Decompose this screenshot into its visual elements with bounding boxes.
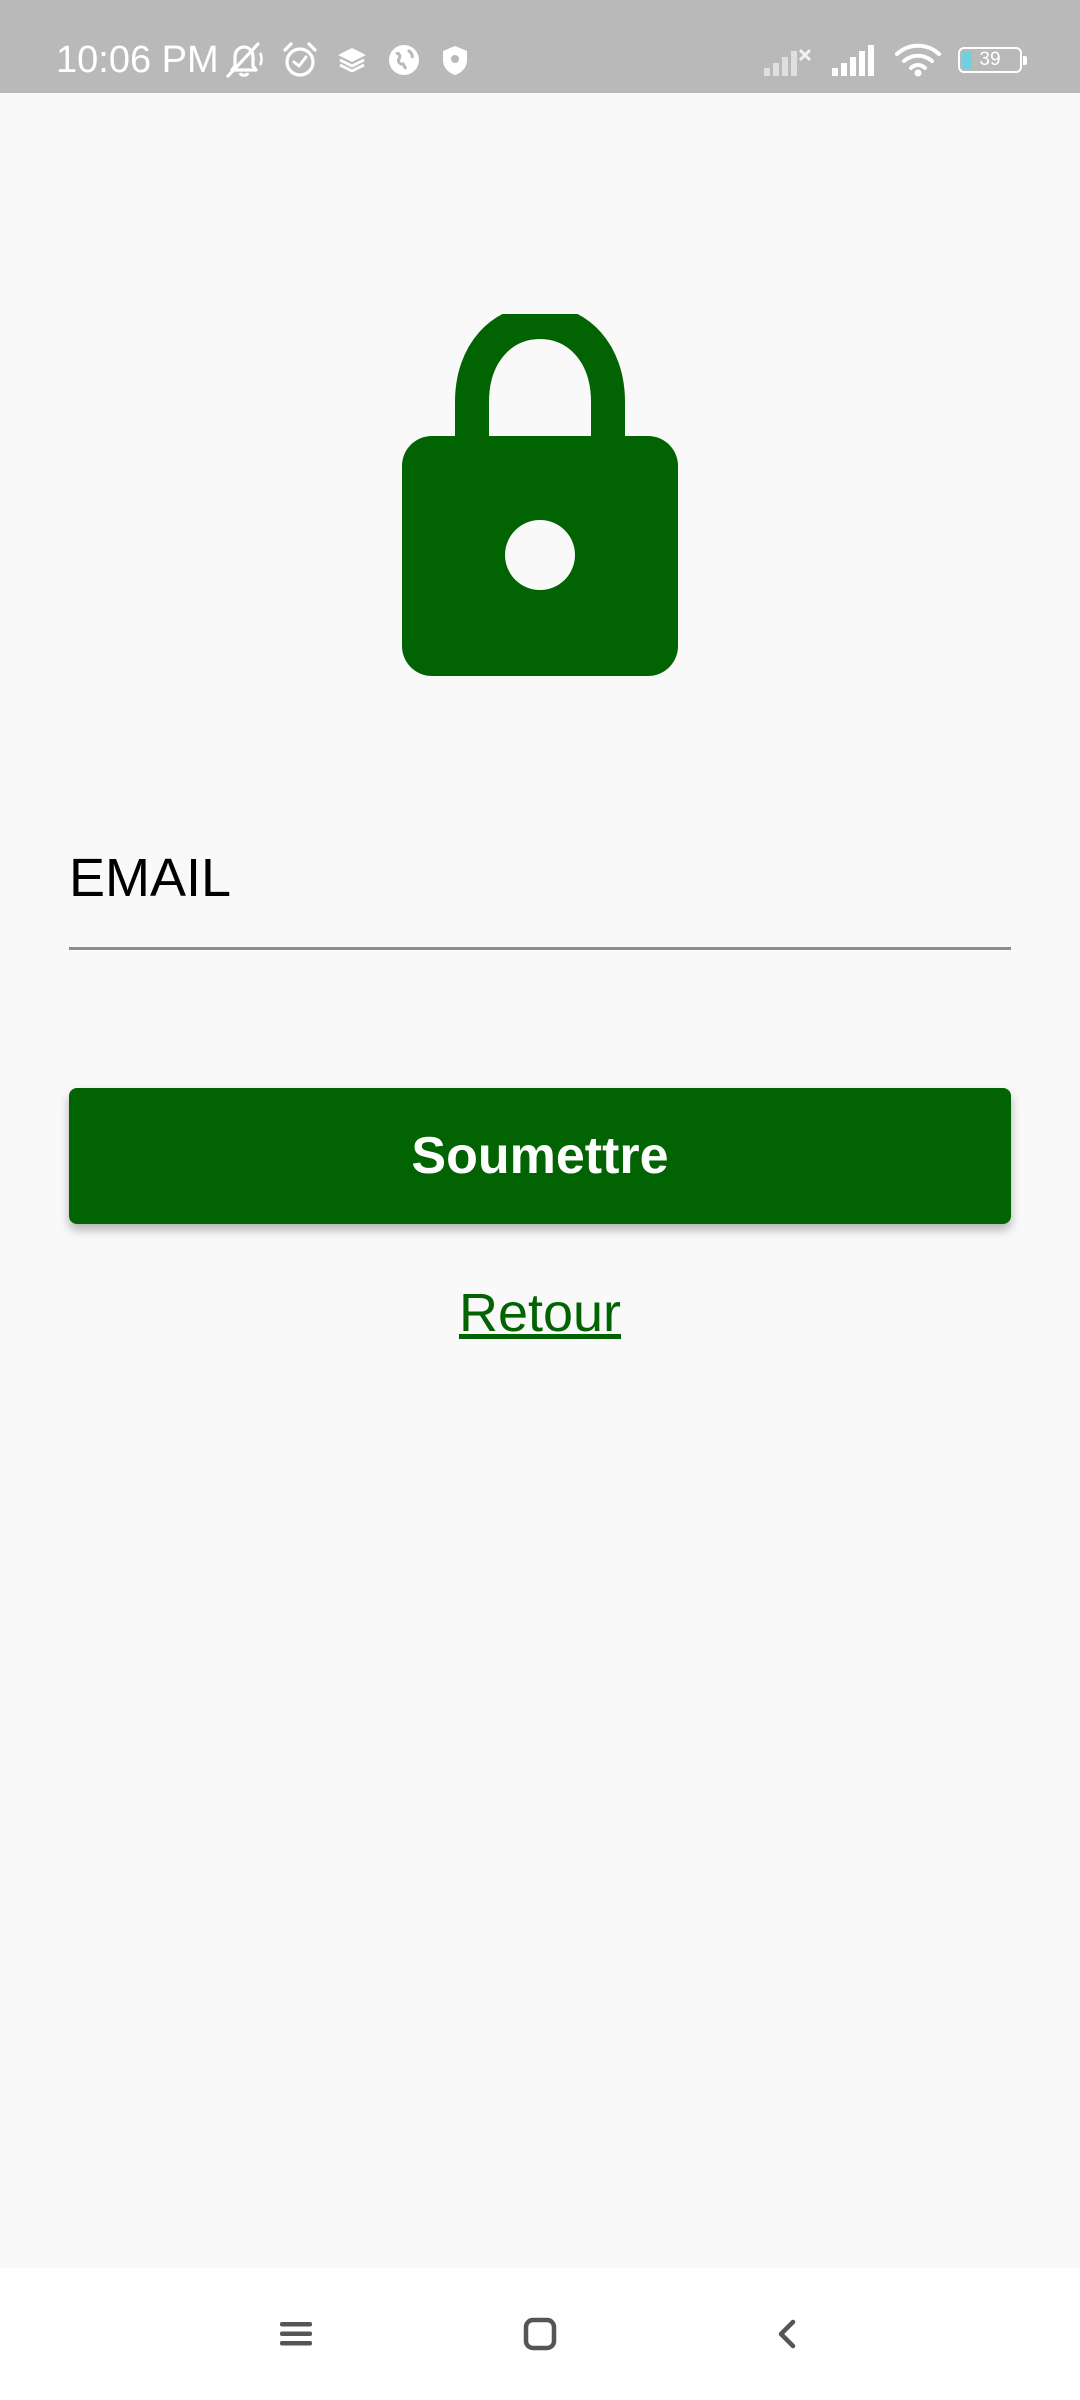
menu-button[interactable] xyxy=(260,2298,332,2370)
status-time: 10:06 PM xyxy=(56,39,219,81)
status-bar: 10:06 PM 39 xyxy=(0,0,1080,93)
status-right-icons: 39 xyxy=(762,40,1027,80)
password-reset-screen: 10:06 PM 39 EMAIL Soumettre Retour xyxy=(0,0,1080,2400)
navigation-bar xyxy=(0,2268,1080,2400)
home-button[interactable] xyxy=(504,2298,576,2370)
back-icon xyxy=(778,2319,796,2349)
home-icon xyxy=(523,2317,557,2351)
lock-icon xyxy=(402,304,678,676)
submit-button[interactable]: Soumettre xyxy=(69,1088,1011,1224)
wifi-icon xyxy=(895,43,941,77)
back-link[interactable]: Retour xyxy=(0,1278,1080,1348)
battery-icon: 39 xyxy=(958,47,1027,73)
back-button[interactable] xyxy=(752,2298,824,2370)
vpn-globe-icon xyxy=(389,45,419,75)
battery-level: 39 xyxy=(979,49,1001,70)
email-input[interactable] xyxy=(69,808,1011,950)
alarm-icon xyxy=(283,42,317,77)
signal-icon xyxy=(832,45,874,76)
mute-bell-icon xyxy=(226,42,263,78)
menu-icon xyxy=(280,2322,312,2346)
battery-cap xyxy=(1023,56,1027,65)
layers-icon xyxy=(338,48,366,73)
email-field xyxy=(69,808,1011,953)
shield-icon xyxy=(443,46,467,75)
no-signal-icon xyxy=(764,48,812,76)
status-left-icons xyxy=(222,40,472,80)
